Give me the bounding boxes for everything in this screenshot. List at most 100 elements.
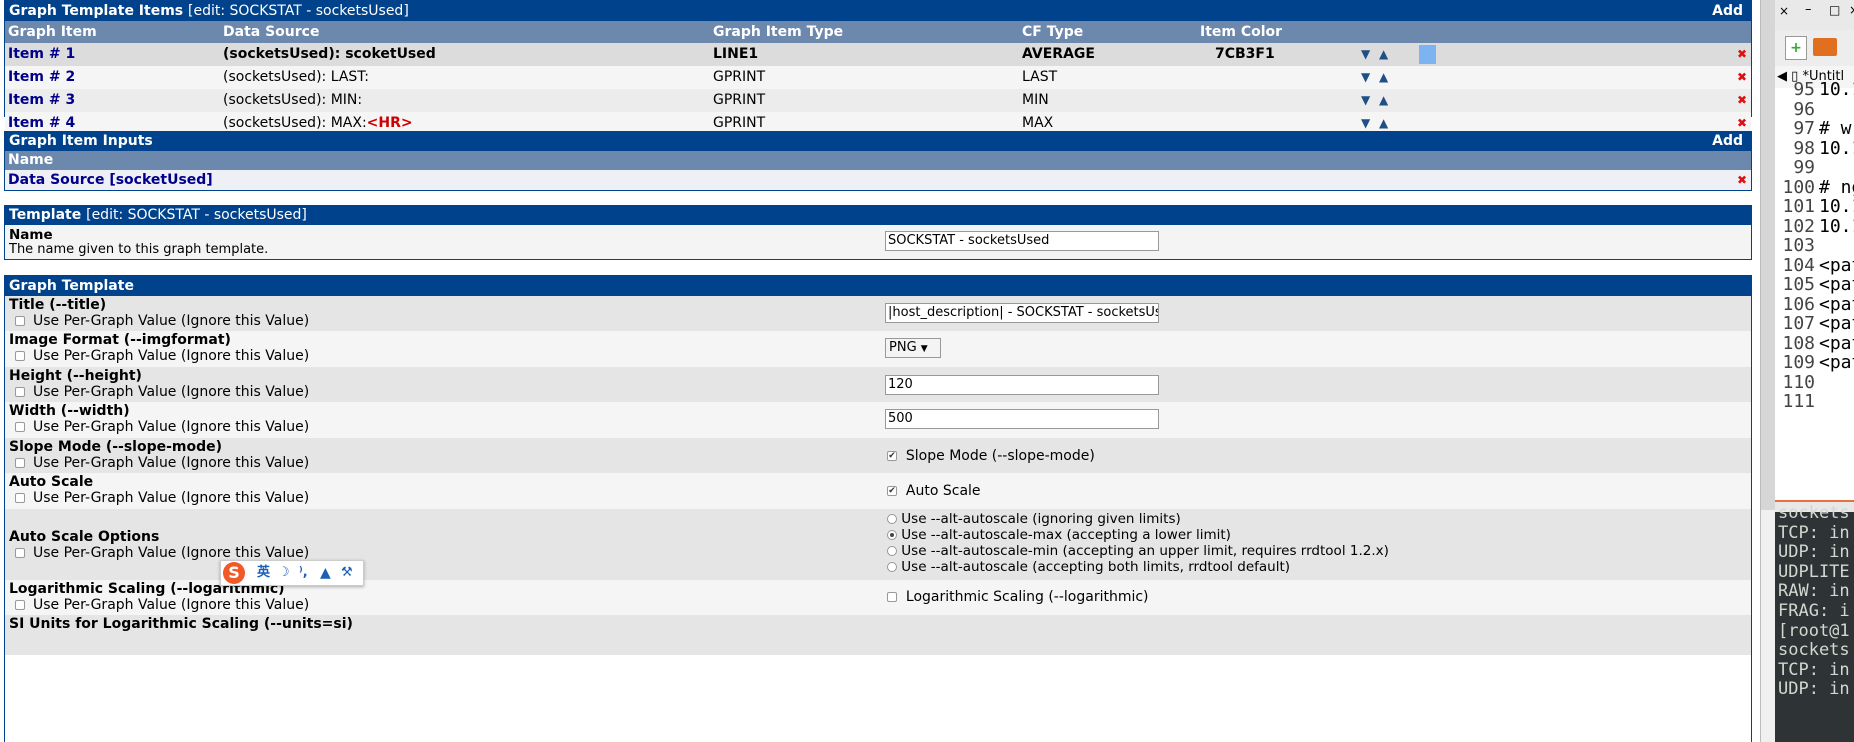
chevron-down-icon: ▼ xyxy=(920,344,928,354)
per-graph-checkbox[interactable] xyxy=(15,316,25,326)
per-graph-label: Use Per-Graph Value (Ignore this Value) xyxy=(33,348,310,364)
table-row[interactable]: Item # 2 (socketsUsed): LAST: GPRINT LAS… xyxy=(5,66,1751,89)
terminal[interactable]: sockets TCP: in UDP: in UDPLITE RAW: in FRAG:… xyxy=(1775,503,1854,742)
sogou-logo-icon[interactable]: S xyxy=(223,562,245,584)
item-link[interactable]: Item # 2 xyxy=(8,66,75,89)
data-source-input-link[interactable]: Data Source [socketUsed] xyxy=(8,170,213,190)
item-cf-type: MIN xyxy=(1022,92,1049,108)
si-units-row: SI Units for Logarithmic Scaling (--unit… xyxy=(5,615,1751,655)
items-panel-edit: [edit: SOCKSTAT - socketsUsed] xyxy=(188,3,409,19)
item-data-source: (socketsUsed): scoketUsed xyxy=(223,46,436,62)
template-name-input[interactable]: SOCKSTAT - socketsUsed xyxy=(885,231,1159,251)
logarithmic-per-graph[interactable]: Use Per-Graph Value (Ignore this Value) xyxy=(15,597,309,613)
width-input[interactable]: 500 xyxy=(885,409,1159,429)
line-text: 10.1 xyxy=(1819,79,1854,100)
text-editor[interactable]: 9510.19697# wr9810.199100# ng10110.11021… xyxy=(1775,79,1854,500)
title-per-graph[interactable]: Use Per-Graph Value (Ignore this Value) xyxy=(15,313,309,329)
item-cf-type: AVERAGE xyxy=(1022,46,1095,62)
ime-toolbar[interactable]: S 英 ☽ ⁾, ▲ ⚒ xyxy=(220,560,364,586)
per-graph-checkbox[interactable] xyxy=(15,548,25,558)
delete-icon[interactable]: ✖ xyxy=(1737,170,1747,190)
checkbox-checked-icon[interactable]: ✔ xyxy=(887,486,897,496)
new-file-icon[interactable]: + xyxy=(1785,36,1807,60)
template-panel-edit: [edit: SOCKSTAT - socketsUsed] xyxy=(86,207,307,223)
close-icon[interactable]: × xyxy=(1849,3,1854,17)
checkbox-checked-icon[interactable]: ✔ xyxy=(887,451,897,461)
items-table-header: Graph Item Data Source Graph Item Type C… xyxy=(5,21,1751,43)
open-file-icon[interactable] xyxy=(1813,38,1837,56)
editor-line: 111 xyxy=(1775,390,1819,413)
title-label: Title (--title) xyxy=(9,297,107,313)
graph-template-items-panel: Graph Template Items [edit: SOCKSTAT - s… xyxy=(4,0,1752,135)
imgformat-per-graph[interactable]: Use Per-Graph Value (Ignore this Value) xyxy=(15,348,309,364)
autoscale-option[interactable]: Use --alt-autoscale (accepting both limi… xyxy=(887,559,1389,575)
checkbox-icon[interactable] xyxy=(887,592,897,602)
width-label: Width (--width) xyxy=(9,403,130,419)
cacti-page: Graph Template Items [edit: SOCKSTAT - s… xyxy=(0,0,1760,742)
editor-toolbar: + xyxy=(1775,30,1854,66)
delete-icon[interactable]: ✖ xyxy=(1737,89,1747,112)
si-units-label: SI Units for Logarithmic Scaling (--unit… xyxy=(9,616,353,632)
autoscale-option-label: Use --alt-autoscale (ignoring given limi… xyxy=(901,511,1181,527)
title-input[interactable]: |host_description| - SOCKSTAT - socketsU… xyxy=(885,303,1159,323)
per-graph-checkbox[interactable] xyxy=(15,493,25,503)
autoscale-option[interactable]: Use --alt-autoscale-max (accepting a low… xyxy=(887,527,1389,543)
move-up-icon[interactable]: ▲ xyxy=(1379,43,1388,66)
autoscale-option[interactable]: Use --alt-autoscale-min (accepting an up… xyxy=(887,543,1389,559)
item-cf-type: LAST xyxy=(1022,69,1058,85)
wrench-icon[interactable]: ⚒ xyxy=(341,561,353,585)
moon-icon[interactable]: ☽ xyxy=(278,561,290,585)
add-item-link[interactable]: Add xyxy=(1712,1,1743,21)
radio-selected-icon[interactable] xyxy=(887,530,897,540)
move-up-icon[interactable]: ▲ xyxy=(1379,89,1388,112)
autoscale-option[interactable]: Use --alt-autoscale (ignoring given limi… xyxy=(887,511,1389,527)
move-up-icon[interactable]: ▲ xyxy=(1379,66,1388,89)
height-label: Height (--height) xyxy=(9,368,142,384)
slope-per-graph[interactable]: Use Per-Graph Value (Ignore this Value) xyxy=(15,455,309,471)
logarithmic-check[interactable]: Logarithmic Scaling (--logarithmic) xyxy=(887,587,1149,607)
height-per-graph[interactable]: Use Per-Graph Value (Ignore this Value) xyxy=(15,384,309,400)
autoscale-check[interactable]: ✔ Auto Scale xyxy=(887,481,981,501)
move-down-icon[interactable]: ▼ xyxy=(1361,66,1370,89)
height-input[interactable]: 120 xyxy=(885,375,1159,395)
radio-icon[interactable] xyxy=(887,562,897,572)
imgformat-select[interactable]: PNG ▼ xyxy=(885,338,941,358)
autoscale-per-graph[interactable]: Use Per-Graph Value (Ignore this Value) xyxy=(15,490,309,506)
radio-icon[interactable] xyxy=(887,514,897,524)
delete-icon[interactable]: ✖ xyxy=(1737,43,1747,66)
slope-row: Slope Mode (--slope-mode) Use Per-Graph … xyxy=(5,438,1751,473)
minimize-icon[interactable]: × xyxy=(1779,4,1789,18)
per-graph-checkbox[interactable] xyxy=(15,422,25,432)
move-down-icon[interactable]: ▼ xyxy=(1361,43,1370,66)
per-graph-label: Use Per-Graph Value (Ignore this Value) xyxy=(33,384,310,400)
minimize-window-icon[interactable]: – xyxy=(1805,2,1812,17)
radio-icon[interactable] xyxy=(887,546,897,556)
per-graph-checkbox[interactable] xyxy=(15,351,25,361)
slope-mode-check[interactable]: ✔ Slope Mode (--slope-mode) xyxy=(887,446,1095,466)
punctuation-icon[interactable]: ⁾, xyxy=(299,561,308,585)
imgformat-value: PNG xyxy=(889,340,917,355)
table-row[interactable]: Item # 1 (socketsUsed): scoketUsed LINE1… xyxy=(5,43,1751,66)
line-text: <pat xyxy=(1819,352,1854,373)
width-per-graph[interactable]: Use Per-Graph Value (Ignore this Value) xyxy=(15,419,309,435)
items-panel-title: Graph Template Items xyxy=(9,3,184,19)
skin-icon[interactable]: ▲ xyxy=(320,561,331,585)
per-graph-checkbox[interactable] xyxy=(15,387,25,397)
language-mode-icon[interactable]: 英 xyxy=(257,561,270,585)
per-graph-checkbox[interactable] xyxy=(15,458,25,468)
add-input-link[interactable]: Add xyxy=(1712,132,1743,151)
autoscale-options-per-graph[interactable]: Use Per-Graph Value (Ignore this Value) xyxy=(15,545,309,561)
scrollbar[interactable] xyxy=(1761,0,1775,510)
item-color-value: 7CB3F1 xyxy=(1215,46,1275,62)
item-link[interactable]: Item # 1 xyxy=(8,43,75,66)
maximize-icon[interactable]: □ xyxy=(1829,3,1840,17)
item-data-source-text: (socketsUsed): MAX: xyxy=(223,115,367,131)
item-link[interactable]: Item # 3 xyxy=(8,89,75,112)
per-graph-label: Use Per-Graph Value (Ignore this Value) xyxy=(33,313,310,329)
delete-icon[interactable]: ✖ xyxy=(1737,66,1747,89)
move-down-icon[interactable]: ▼ xyxy=(1361,89,1370,112)
table-row[interactable]: Data Source [socketUsed] ✖ xyxy=(5,170,1751,190)
per-graph-checkbox[interactable] xyxy=(15,600,25,610)
table-row[interactable]: Item # 3 (socketsUsed): MIN: GPRINT MIN … xyxy=(5,89,1751,112)
title-row: Title (--title) Use Per-Graph Value (Ign… xyxy=(5,296,1751,331)
